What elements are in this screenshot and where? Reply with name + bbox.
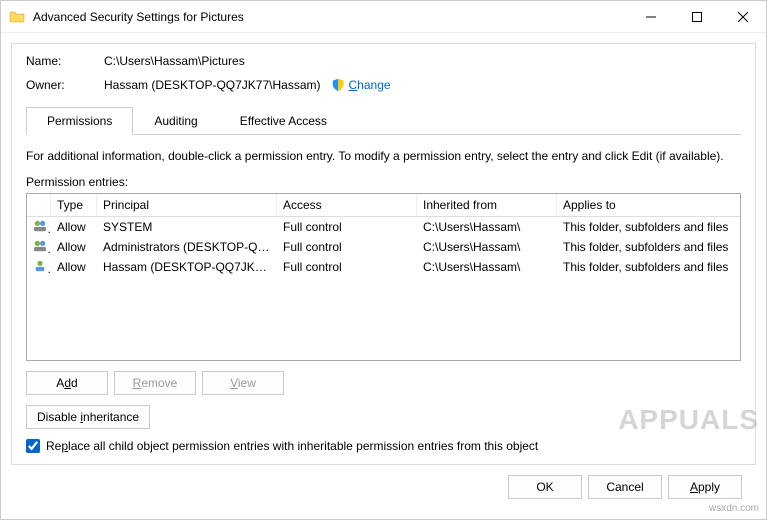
cell-principal: Hassam (DESKTOP-QQ7JK77\... — [97, 258, 277, 276]
replace-child-label[interactable]: Replace all child object permission entr… — [46, 439, 538, 453]
owner-label: Owner: — [26, 78, 104, 92]
remove-button[interactable]: Remove — [114, 371, 196, 395]
cell-applies: This folder, subfolders and files — [557, 218, 740, 236]
property-sheet: Name: C:\Users\Hassam\Pictures Owner: Ha… — [11, 43, 756, 465]
owner-row: Owner: Hassam (DESKTOP-QQ7JK77\Hassam) C… — [26, 78, 741, 92]
description-text: For additional information, double-click… — [26, 149, 741, 163]
add-button[interactable]: Add — [26, 371, 108, 395]
col-icon-header[interactable] — [27, 194, 51, 216]
user-group-icon — [33, 239, 47, 253]
name-label: Name: — [26, 54, 104, 68]
user-icon — [33, 259, 47, 273]
permission-entries-table[interactable]: Type Principal Access Inherited from App… — [26, 193, 741, 361]
cell-type: Allow — [51, 238, 97, 256]
col-access-header[interactable]: Access — [277, 194, 417, 216]
user-group-icon — [33, 219, 47, 233]
table-row[interactable]: Allow Hassam (DESKTOP-QQ7JK77\... Full c… — [27, 257, 740, 277]
content-area: Name: C:\Users\Hassam\Pictures Owner: Ha… — [1, 33, 766, 519]
cell-access: Full control — [277, 258, 417, 276]
ok-button[interactable]: OK — [508, 475, 582, 499]
col-type-header[interactable]: Type — [51, 194, 97, 216]
cancel-button[interactable]: Cancel — [588, 475, 662, 499]
cell-access: Full control — [277, 218, 417, 236]
close-button[interactable] — [720, 1, 766, 32]
col-principal-header[interactable]: Principal — [97, 194, 277, 216]
cell-principal: Administrators (DESKTOP-QQ... — [97, 238, 277, 256]
titlebar: Advanced Security Settings for Pictures — [1, 1, 766, 33]
table-row[interactable]: Allow Administrators (DESKTOP-QQ... Full… — [27, 237, 740, 257]
tab-auditing[interactable]: Auditing — [133, 107, 218, 135]
cell-applies: This folder, subfolders and files — [557, 238, 740, 256]
owner-value: Hassam (DESKTOP-QQ7JK77\Hassam) — [104, 78, 321, 92]
col-applies-header[interactable]: Applies to — [557, 194, 740, 216]
dialog-footer: OK Cancel Apply — [11, 465, 756, 509]
security-settings-window: Advanced Security Settings for Pictures … — [0, 0, 767, 520]
change-owner-link[interactable]: Change — [349, 78, 391, 92]
table-header: Type Principal Access Inherited from App… — [27, 194, 740, 217]
replace-checkbox-row: Replace all child object permission entr… — [26, 439, 741, 453]
window-controls — [628, 1, 766, 32]
cell-applies: This folder, subfolders and files — [557, 258, 740, 276]
col-inherited-header[interactable]: Inherited from — [417, 194, 557, 216]
name-row: Name: C:\Users\Hassam\Pictures — [26, 54, 741, 68]
disable-inheritance-button[interactable]: Disable inheritance — [26, 405, 150, 429]
window-title: Advanced Security Settings for Pictures — [33, 10, 628, 24]
table-row[interactable]: Allow SYSTEM Full control C:\Users\Hassa… — [27, 217, 740, 237]
entry-buttons-row: Add Remove View — [26, 371, 741, 395]
inheritance-row: Disable inheritance — [26, 405, 741, 429]
view-button[interactable]: View — [202, 371, 284, 395]
cell-access: Full control — [277, 238, 417, 256]
cell-inherited: C:\Users\Hassam\ — [417, 218, 557, 236]
name-value: C:\Users\Hassam\Pictures — [104, 54, 245, 68]
replace-child-checkbox[interactable] — [26, 439, 40, 453]
cell-principal: SYSTEM — [97, 218, 277, 236]
cell-type: Allow — [51, 258, 97, 276]
folder-icon — [9, 9, 25, 25]
permission-entries-label: Permission entries: — [26, 175, 741, 189]
maximize-button[interactable] — [674, 1, 720, 32]
shield-icon — [331, 78, 345, 92]
cell-inherited: C:\Users\Hassam\ — [417, 238, 557, 256]
tab-permissions[interactable]: Permissions — [26, 107, 133, 135]
tab-strip: Permissions Auditing Effective Access — [26, 106, 741, 135]
minimize-button[interactable] — [628, 1, 674, 32]
cell-type: Allow — [51, 218, 97, 236]
table-body: Allow SYSTEM Full control C:\Users\Hassa… — [27, 217, 740, 277]
apply-button[interactable]: Apply — [668, 475, 742, 499]
tab-effective-access[interactable]: Effective Access — [219, 107, 348, 135]
cell-inherited: C:\Users\Hassam\ — [417, 258, 557, 276]
